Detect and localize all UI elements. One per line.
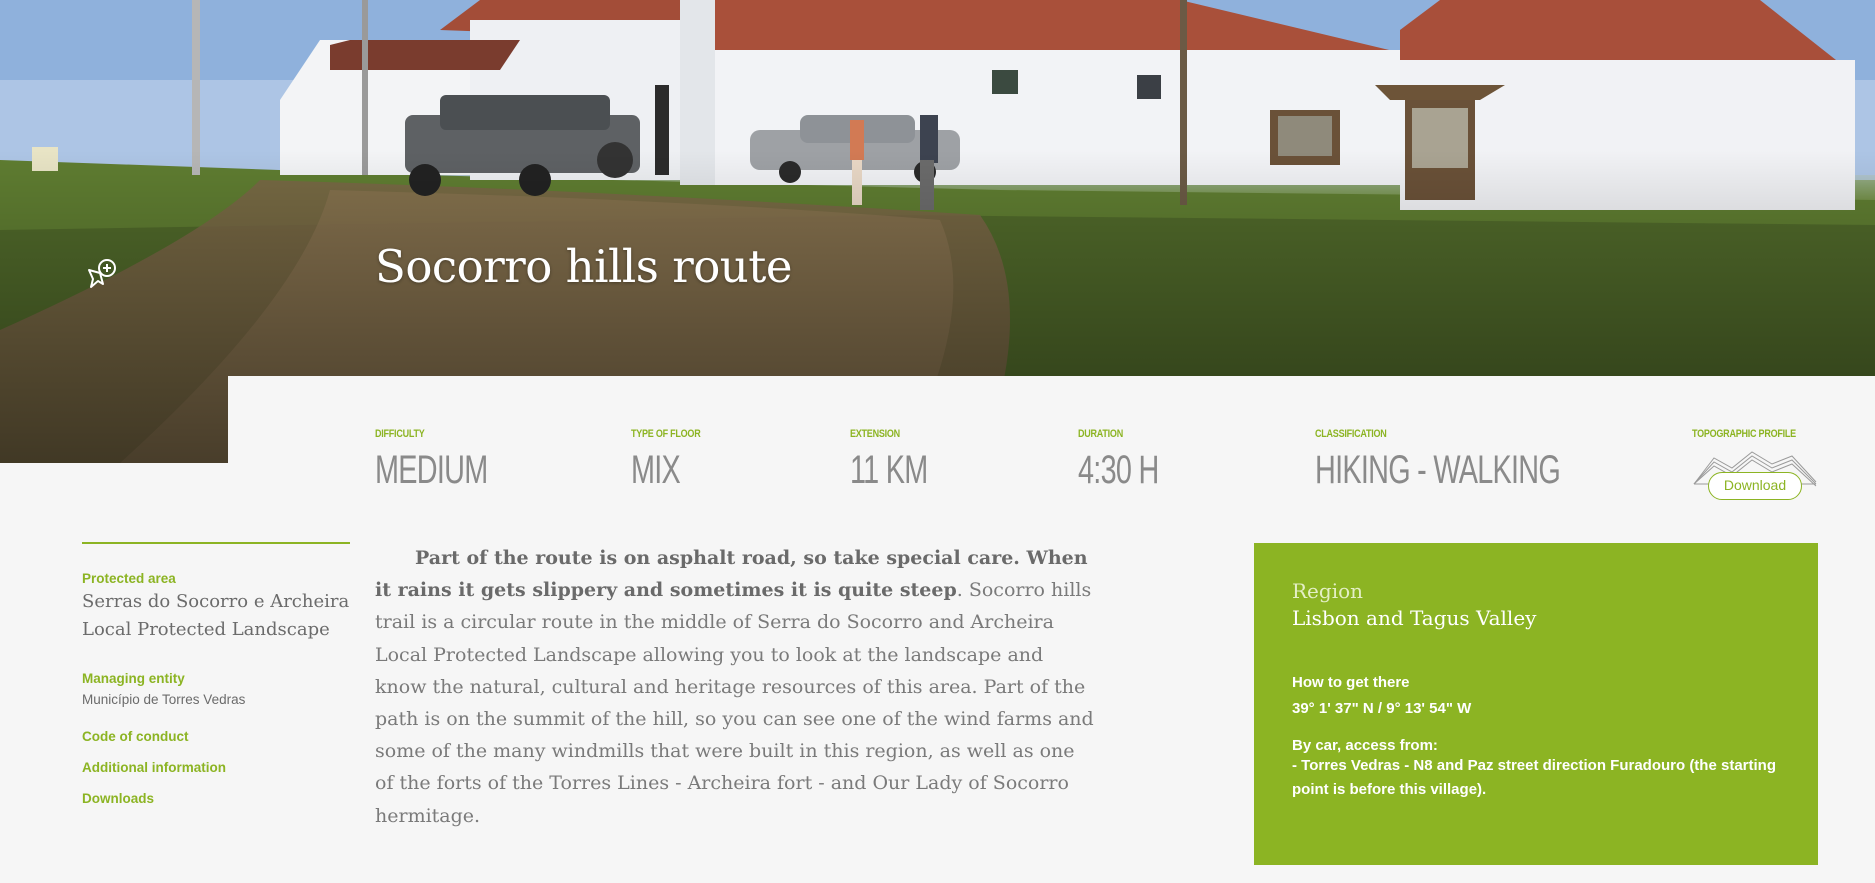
stat-label: DIFFICULTY	[375, 428, 425, 440]
coordinates: 39° 1' 37" N / 9° 13' 54" W	[1292, 700, 1472, 717]
pin-add-icon	[88, 259, 116, 288]
stat-value: MEDIUM	[375, 448, 488, 492]
sidebar-divider	[82, 542, 350, 544]
managing-entity-label: Managing entity	[82, 671, 185, 686]
protected-area-label: Protected area	[82, 571, 176, 586]
route-sidebar: Protected area Serras do Socorro e Arche…	[82, 542, 350, 806]
by-car-text: - Torres Vedras - N8 and Paz street dire…	[1292, 757, 1776, 798]
stat-label: CLASSIFICATION	[1315, 428, 1387, 440]
stat-value: HIKING - WALKING	[1315, 448, 1561, 492]
stat-value: 4:30 H	[1078, 448, 1159, 492]
add-favorite-button[interactable]	[86, 256, 120, 290]
code-of-conduct-link[interactable]: Code of conduct	[82, 729, 350, 744]
managing-entity-value: Município de Torres Vedras	[82, 692, 246, 707]
region-label: Region	[1292, 579, 1364, 603]
route-description: Part of the route is on asphalt road, so…	[375, 542, 1095, 832]
topographic-download-button[interactable]: Download	[1708, 472, 1802, 500]
region-info-box: Region Lisbon and Tagus Valley How to ge…	[1254, 543, 1818, 865]
stat-value: MIX	[631, 448, 681, 492]
stat-difficulty: DIFFICULTY MEDIUM	[375, 428, 531, 493]
by-car-label: By car, access from:	[1292, 737, 1438, 754]
stat-label: DURATION	[1078, 428, 1123, 440]
stat-classification: CLASSIFICATION HIKING - WALKING	[1315, 428, 1655, 493]
additional-information-link[interactable]: Additional information	[82, 760, 350, 775]
stat-value: 11 KM	[850, 448, 928, 492]
topographic-profile: TOPOGRAPHIC PROFILE Download	[1692, 428, 1822, 500]
page-title: Socorro hills route	[375, 240, 793, 293]
protected-area-value: Serras do Socorro e Archeira Local Prote…	[82, 591, 350, 640]
stat-type-of-floor: TYPE OF FLOOR MIX	[631, 428, 716, 493]
stat-label: EXTENSION	[850, 428, 900, 440]
stat-label: TYPE OF FLOOR	[631, 428, 701, 440]
topographic-profile-label: TOPOGRAPHIC PROFILE	[1692, 428, 1796, 440]
how-to-get-label: How to get there	[1292, 674, 1410, 691]
stat-extension: EXTENSION 11 KM	[850, 428, 958, 493]
route-stats: DIFFICULTY MEDIUM TYPE OF FLOOR MIX EXTE…	[228, 376, 1875, 536]
description-body: . Socorro hills trail is a circular rout…	[375, 579, 1094, 827]
stat-duration: DURATION 4:30 H	[1078, 428, 1190, 493]
downloads-link[interactable]: Downloads	[82, 791, 350, 806]
region-name: Lisbon and Tagus Valley	[1292, 606, 1537, 630]
